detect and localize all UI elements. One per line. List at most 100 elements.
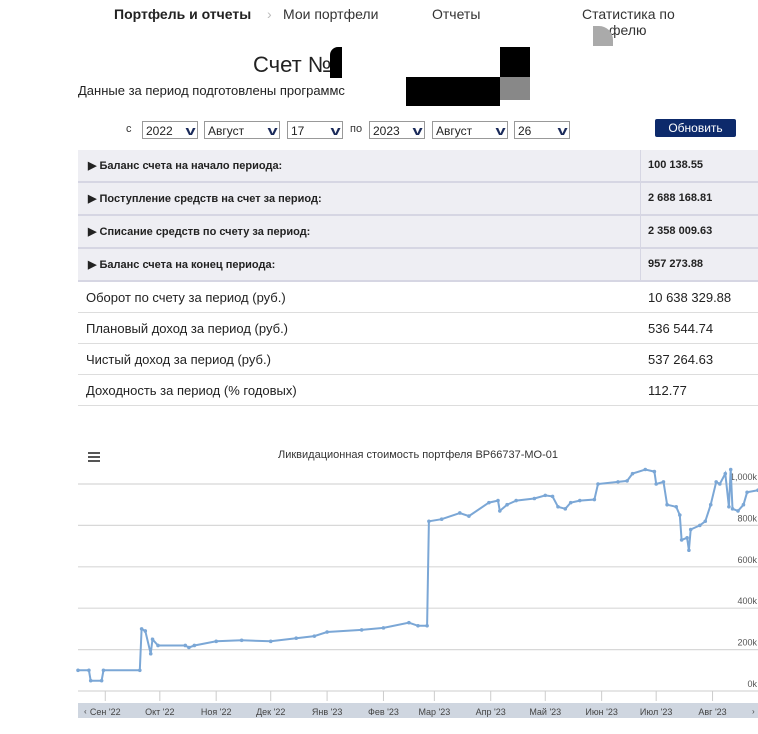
x-tick-label: Апр '23 [476, 707, 506, 717]
data-point [214, 639, 218, 644]
stats-value: 536 544.74 [648, 321, 714, 336]
to-day-value: 26 [518, 124, 532, 138]
data-point [718, 482, 722, 486]
data-point [745, 490, 749, 495]
data-point [487, 500, 491, 505]
data-point [88, 678, 93, 683]
data-point [730, 507, 735, 511]
summary-row[interactable]: ▶ Поступление средств на счет за период:… [78, 183, 758, 216]
data-point [183, 643, 188, 648]
summary-row[interactable]: ▶ Баланс счета на начало периода: 100 138… [78, 150, 758, 183]
nav-portfolio-reports[interactable]: Портфель и отчеты [114, 6, 251, 22]
data-point [652, 469, 657, 474]
to-month-select[interactable]: Август v [432, 121, 508, 139]
refresh-button[interactable]: Обновить [655, 119, 736, 137]
stats-row: Доходность за период (% годовых) 112.77 [78, 375, 758, 406]
data-point [703, 519, 708, 524]
data-point [148, 651, 153, 656]
data-point [425, 623, 429, 628]
x-tick-label: Янв '23 [312, 707, 342, 717]
to-year-value: 2023 [373, 124, 400, 138]
data-point [665, 502, 669, 507]
from-month-select[interactable]: Август v [204, 121, 280, 139]
summary-label: ▶ Поступление средств на счет за период: [88, 193, 322, 205]
y-tick-label: 1,000k [730, 472, 758, 482]
data-point [679, 538, 684, 542]
data-point [407, 620, 411, 625]
period-note: Данные за период подготовлены программс [78, 83, 345, 98]
summary-label: ▶ Баланс счета на конец периода: [88, 259, 276, 271]
data-point [727, 504, 731, 509]
data-point [643, 467, 648, 472]
chevron-down-icon: v [495, 123, 506, 138]
to-month-value: Август [436, 124, 473, 138]
data-point [543, 493, 548, 498]
data-point [458, 511, 462, 515]
y-tick-label: 0k [747, 679, 757, 689]
redaction-block [500, 77, 530, 100]
data-point [143, 629, 148, 633]
summary-label: ▶ Списание средств по счету за период: [88, 226, 311, 238]
data-point [268, 639, 273, 644]
chevron-down-icon: v [185, 123, 196, 138]
summary-value: 2 688 168.81 [648, 192, 713, 204]
data-point [192, 643, 197, 648]
data-point [630, 471, 635, 476]
data-point [99, 678, 104, 683]
data-point [741, 502, 746, 507]
data-point [661, 480, 666, 484]
from-day-select[interactable]: 17 v [287, 121, 343, 139]
summary-row[interactable]: ▶ Баланс счета на конец периода: 957 273.… [78, 249, 758, 282]
y-tick-label: 400k [737, 596, 757, 606]
stats-row: Плановый доход за период (руб.) 536 544.7… [78, 313, 758, 344]
scroll-left-icon: ‹ [84, 707, 87, 716]
stats-value: 10 638 329.88 [648, 290, 732, 305]
from-year-select[interactable]: 2022 v [142, 121, 198, 139]
menu-icon[interactable] [88, 452, 100, 462]
from-year-value: 2022 [146, 124, 173, 138]
stats-value: 537 264.63 [648, 352, 714, 367]
breadcrumb-separator: › [267, 6, 272, 22]
data-point [674, 504, 678, 509]
data-point [139, 627, 144, 631]
data-point [496, 498, 500, 503]
nav-my-portfolios[interactable]: Мои портфели [283, 6, 378, 22]
data-point [498, 509, 502, 513]
account-title: Счет № [253, 52, 332, 77]
chevron-down-icon: v [412, 123, 423, 138]
stats-label: Оборот по счету за период (руб.) [86, 290, 286, 305]
data-point [714, 480, 718, 484]
data-point [550, 494, 555, 499]
summary-row[interactable]: ▶ Списание средств по счету за период: 2 … [78, 216, 758, 249]
data-point [439, 517, 444, 521]
data-point [138, 668, 142, 673]
x-tick-label: Ноя '22 [201, 707, 232, 717]
data-point [685, 536, 689, 540]
data-point [616, 480, 620, 484]
data-point [568, 500, 573, 505]
y-tick-label: 600k [737, 555, 757, 565]
data-point [698, 523, 702, 528]
data-point [187, 645, 191, 650]
data-point [156, 643, 160, 648]
data-point [101, 668, 106, 673]
x-tick-label: Сен '22 [90, 707, 121, 717]
data-point [592, 497, 597, 502]
to-year-select[interactable]: 2023 v [369, 121, 425, 139]
data-point [532, 496, 537, 501]
nav-statistics-line2[interactable]: фелю [609, 22, 647, 38]
data-point [688, 527, 693, 532]
nav-statistics[interactable]: Статистика по [582, 6, 675, 22]
to-day-select[interactable]: 26 v [514, 121, 570, 139]
x-tick-label: Дек '22 [256, 707, 285, 717]
from-month-value: Август [208, 124, 245, 138]
data-point [325, 630, 329, 634]
redaction-block [500, 47, 530, 77]
nav-reports[interactable]: Отчеты [432, 6, 480, 22]
summary-label: ▶ Баланс счета на начало периода: [88, 160, 283, 172]
data-point [76, 668, 80, 673]
x-tick-label: Май '23 [529, 707, 561, 717]
summary-value: 100 138.55 [648, 159, 704, 171]
stats-value: 112.77 [648, 383, 687, 398]
portfolio-value-chart: Ликвидационная стоимость портфеля BP6673… [76, 449, 758, 718]
